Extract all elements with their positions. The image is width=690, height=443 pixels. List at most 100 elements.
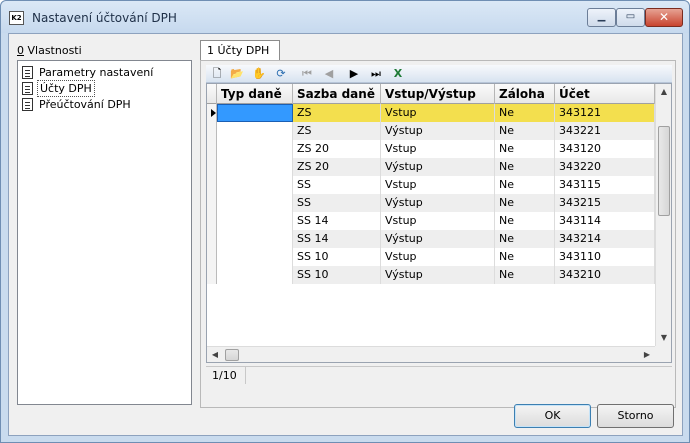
cell-typ-dane[interactable] [217, 176, 293, 194]
cell-typ-dane[interactable] [217, 248, 293, 266]
row-indicator[interactable] [207, 230, 217, 248]
maximize-button[interactable]: ▭ [616, 8, 645, 27]
refresh-icon[interactable]: ⟳ [272, 66, 290, 82]
cell-typ-dane[interactable] [217, 212, 293, 230]
cell-vstup-vystup[interactable]: Výstup [381, 122, 495, 140]
cell-sazba-dane[interactable]: SS [293, 176, 381, 194]
hand-icon[interactable]: ✋ [250, 66, 268, 82]
excel-icon[interactable]: X [389, 66, 407, 82]
cancel-button[interactable]: Storno [597, 404, 674, 428]
first-icon[interactable]: ⏮ [298, 66, 316, 82]
cell-vstup-vystup[interactable]: Výstup [381, 194, 495, 212]
cell-ucet[interactable]: 343115 [555, 176, 655, 194]
cell-ucet[interactable]: 343220 [555, 158, 655, 176]
cell-vstup-vystup[interactable]: Výstup [381, 230, 495, 248]
cell-sazba-dane[interactable]: ZS 20 [293, 158, 381, 176]
table-row[interactable]: ZS 20 Vstup Ne 343120 [207, 140, 655, 158]
last-icon[interactable]: ⏭ [367, 66, 385, 82]
cell-sazba-dane[interactable]: ZS [293, 122, 381, 140]
cell-typ-dane[interactable] [217, 194, 293, 212]
tree-item-preuctovani-dph[interactable]: Přeúčtování DPH [22, 96, 133, 112]
minimize-button[interactable]: ▁ [587, 8, 616, 27]
column-header-typ-dane[interactable]: Typ daně [217, 84, 293, 104]
table-row[interactable]: SS 14 Výstup Ne 343214 [207, 230, 655, 248]
cell-zaloha[interactable]: Ne [495, 104, 555, 122]
cell-zaloha[interactable]: Ne [495, 140, 555, 158]
scroll-down-icon[interactable]: ▼ [656, 330, 671, 346]
cell-zaloha[interactable]: Ne [495, 212, 555, 230]
next-icon[interactable]: ▶ [345, 66, 363, 82]
cell-typ-dane[interactable] [217, 230, 293, 248]
column-header-zaloha[interactable]: Záloha [495, 84, 555, 104]
cell-zaloha[interactable]: Ne [495, 122, 555, 140]
cell-sazba-dane[interactable]: ZS [293, 104, 381, 122]
column-header-ucet[interactable]: Účet [555, 84, 655, 104]
vat-accounts-grid[interactable]: Typ daně Sazba daně Vstup/Výstup Záloha … [206, 83, 672, 363]
scroll-right-icon[interactable]: ▶ [639, 347, 655, 362]
cell-vstup-vystup[interactable]: Vstup [381, 212, 495, 230]
table-row[interactable]: SS 10 Výstup Ne 343210 [207, 266, 655, 284]
cell-zaloha[interactable]: Ne [495, 194, 555, 212]
cell-zaloha[interactable]: Ne [495, 248, 555, 266]
cell-sazba-dane[interactable]: ZS 20 [293, 140, 381, 158]
cell-vstup-vystup[interactable]: Vstup [381, 104, 495, 122]
row-indicator[interactable] [207, 122, 217, 140]
cell-sazba-dane[interactable]: SS 14 [293, 212, 381, 230]
tree-item-parametry-nastaveni[interactable]: Parametry nastavení [22, 64, 155, 80]
cell-typ-dane[interactable] [217, 140, 293, 158]
ok-button[interactable]: OK [514, 404, 591, 428]
row-indicator[interactable] [207, 194, 217, 212]
cell-ucet[interactable]: 343210 [555, 266, 655, 284]
cell-zaloha[interactable]: Ne [495, 176, 555, 194]
cell-ucet[interactable]: 343120 [555, 140, 655, 158]
row-indicator[interactable] [207, 212, 217, 230]
properties-tree[interactable]: Parametry nastavení Účty DPH Přeúčtování… [17, 60, 192, 405]
cell-sazba-dane[interactable]: SS 10 [293, 248, 381, 266]
cell-vstup-vystup[interactable]: Vstup [381, 140, 495, 158]
cell-zaloha[interactable]: Ne [495, 230, 555, 248]
close-button[interactable]: ✕ [645, 8, 683, 27]
cell-ucet[interactable]: 343215 [555, 194, 655, 212]
cell-typ-dane[interactable] [217, 122, 293, 140]
cell-zaloha[interactable]: Ne [495, 158, 555, 176]
tree-item-ucty-dph[interactable]: Účty DPH [22, 79, 95, 97]
table-row[interactable]: ZS 20 Výstup Ne 343220 [207, 158, 655, 176]
table-row[interactable]: ZS Výstup Ne 343221 [207, 122, 655, 140]
cell-vstup-vystup[interactable]: Vstup [381, 248, 495, 266]
cell-sazba-dane[interactable]: SS [293, 194, 381, 212]
cell-zaloha[interactable]: Ne [495, 266, 555, 284]
cell-ucet[interactable]: 343214 [555, 230, 655, 248]
row-indicator[interactable] [207, 176, 217, 194]
column-header-sazba-dane[interactable]: Sazba daně [293, 84, 381, 104]
table-row[interactable]: SS Výstup Ne 343215 [207, 194, 655, 212]
scroll-thumb[interactable] [658, 126, 670, 216]
cell-ucet[interactable]: 343121 [555, 104, 655, 122]
row-indicator[interactable] [207, 248, 217, 266]
table-row[interactable]: ZS Vstup Ne 343121 [207, 104, 655, 122]
cell-vstup-vystup[interactable]: Vstup [381, 176, 495, 194]
row-indicator[interactable] [207, 140, 217, 158]
cell-ucet[interactable]: 343110 [555, 248, 655, 266]
cell-vstup-vystup[interactable]: Výstup [381, 266, 495, 284]
prev-icon[interactable]: ◀ [320, 66, 338, 82]
cell-typ-dane[interactable] [217, 104, 293, 122]
table-row[interactable]: SS Vstup Ne 343115 [207, 176, 655, 194]
table-row[interactable]: SS 10 Vstup Ne 343110 [207, 248, 655, 266]
scroll-up-icon[interactable]: ▲ [656, 84, 671, 100]
cell-sazba-dane[interactable]: SS 10 [293, 266, 381, 284]
cell-ucet[interactable]: 343221 [555, 122, 655, 140]
row-indicator[interactable] [207, 104, 217, 122]
horizontal-scrollbar[interactable]: ◀ ▶ [207, 346, 655, 362]
table-row[interactable]: SS 14 Vstup Ne 343114 [207, 212, 655, 230]
cell-sazba-dane[interactable]: SS 14 [293, 230, 381, 248]
tab-ucty-dph[interactable]: 1 Účty DPH [200, 40, 280, 61]
column-header-vstup-vystup[interactable]: Vstup/Výstup [381, 84, 495, 104]
cell-typ-dane[interactable] [217, 158, 293, 176]
hscroll-thumb[interactable] [225, 349, 239, 361]
cell-vstup-vystup[interactable]: Výstup [381, 158, 495, 176]
new-icon[interactable]: 🗋 [208, 66, 226, 82]
vertical-scrollbar[interactable]: ▲ ▼ [655, 84, 671, 346]
open-icon[interactable]: 📂 [228, 66, 246, 82]
title-bar[interactable]: K2 Nastavení účtování DPH ▁ ▭ ✕ [1, 1, 689, 33]
row-indicator[interactable] [207, 158, 217, 176]
